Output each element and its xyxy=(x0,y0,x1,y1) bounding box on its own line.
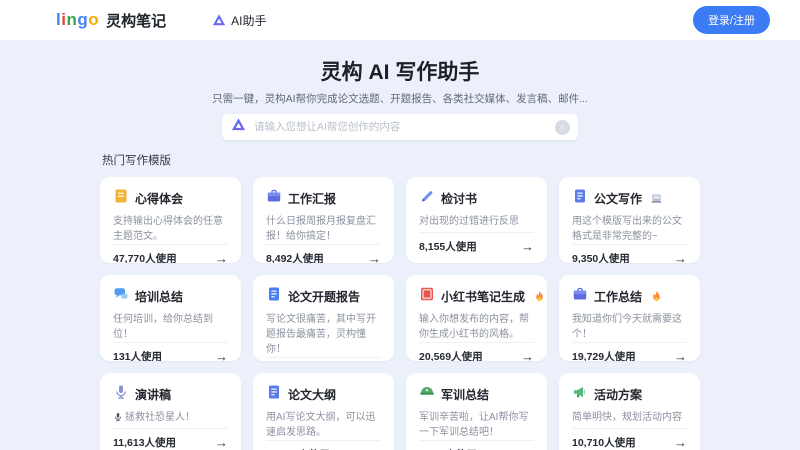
card-description: 什么日报周报月报复盘汇报！给你搞定！ xyxy=(266,214,381,244)
app-logo[interactable]: lingo 灵构笔记 xyxy=(56,10,166,31)
template-grid: 心得体会 支持输出心得体会的任意主题范文。 47,770人使用 → 工作汇报 什… xyxy=(100,177,700,450)
arrow-right-icon[interactable]: → xyxy=(521,351,534,362)
usage-count: 8,492人使用 xyxy=(266,251,324,263)
card-title: 军训总结 xyxy=(441,386,489,403)
arrow-right-icon[interactable]: → xyxy=(521,241,534,253)
arrow-right-icon[interactable]: → xyxy=(674,253,687,264)
card-description: 任何培训，给你总结到位！ xyxy=(113,312,228,342)
usage-count: 20,569人使用 xyxy=(419,349,483,361)
card-description: 用这个模版写出来的公文格式是非常完整的~ xyxy=(572,214,687,244)
ai-logo-icon xyxy=(231,117,246,137)
nav-item-ai-assistant[interactable]: AI助手 xyxy=(212,12,266,29)
nav-item-label: AI助手 xyxy=(231,12,266,29)
login-register-button[interactable]: 登录/注册 xyxy=(693,6,770,34)
briefcase-icon xyxy=(572,286,588,307)
card-title: 活动方案 xyxy=(594,386,642,403)
fire-icon xyxy=(650,290,663,303)
template-card-junxunzongjie[interactable]: 军训总结 军训辛苦啦，让AI帮你写一下军训总结吧！ 4,517人使用 → xyxy=(406,373,547,450)
pen-icon xyxy=(419,188,435,209)
card-title: 工作总结 xyxy=(594,288,642,305)
template-card-gongwenxiezuo[interactable]: 公文写作 用这个模版写出来的公文格式是非常完整的~ 9,350人使用 → xyxy=(559,177,700,263)
briefcase-icon xyxy=(266,188,282,209)
microphone-icon xyxy=(113,384,129,405)
card-description: 支持输出心得体会的任意主题范文。 xyxy=(113,214,228,244)
template-card-xiaohongshu[interactable]: 小红书笔记生成 输入你想发布的内容，帮你生成小红书的风格。 20,569人使用 … xyxy=(406,275,547,361)
hero-section: 灵构 AI 写作助手 只需一键，灵构AI帮你完成论文选题、开题报告、各类社交媒体… xyxy=(0,40,800,140)
card-description: 输入你想发布的内容，帮你生成小红书的风格。 xyxy=(419,312,534,342)
hot-templates-section: 热门写作模版 心得体会 支持输出心得体会的任意主题范文。 47,770人使用 →… xyxy=(100,152,700,450)
template-card-xindetihui[interactable]: 心得体会 支持输出心得体会的任意主题范文。 47,770人使用 → xyxy=(100,177,241,263)
arrow-right-icon[interactable]: → xyxy=(674,437,687,449)
template-card-huodongfangan[interactable]: 活动方案 简单明快，规划活动内容 10,710人使用 → xyxy=(559,373,700,450)
ai-logo-icon xyxy=(212,13,226,27)
top-navigation-bar: lingo 灵构笔记 AI助手 登录/注册 xyxy=(0,0,800,40)
card-title: 心得体会 xyxy=(135,190,183,207)
fire-icon xyxy=(533,290,546,303)
card-title: 培训总结 xyxy=(135,288,183,305)
card-description: 写论文很痛苦，其中写开题报告最痛苦，灵构懂你！ xyxy=(266,312,381,357)
usage-count: 11,613人使用 xyxy=(113,435,176,450)
section-title: 热门写作模版 xyxy=(102,152,700,168)
template-card-lunwendagang[interactable]: 论文大纲 用AI写论文大纲，可以迅速启发思路。 13,515人使用 → xyxy=(253,373,394,450)
arrow-right-icon[interactable]: → xyxy=(215,351,228,362)
brand-name: 灵构笔记 xyxy=(106,10,166,31)
card-description: 简单明快，规划活动内容 xyxy=(572,410,687,425)
document-icon xyxy=(266,286,282,307)
card-title: 检讨书 xyxy=(441,190,477,207)
microphone-icon xyxy=(113,412,123,427)
card-description: 拯救社恐星人！ xyxy=(113,410,228,427)
usage-count: 8,155人使用 xyxy=(419,239,477,254)
template-card-lunwenkaiti[interactable]: 论文开题报告 写论文很痛苦，其中写开题报告最痛苦，灵构懂你！ 14,410人使用… xyxy=(253,275,394,361)
ai-prompt-bar: ↑ xyxy=(222,114,578,140)
usage-count: 131人使用 xyxy=(113,349,162,361)
usage-count: 9,350人使用 xyxy=(572,251,630,263)
card-description: 我知道你们今天就需要这个！ xyxy=(572,312,687,342)
arrow-right-icon[interactable]: → xyxy=(674,351,687,362)
notebook-icon xyxy=(113,188,129,209)
page-title: 灵构 AI 写作助手 xyxy=(0,60,800,86)
template-card-peixunzongjie[interactable]: 培训总结 任何培训，给你总结到位！ 131人使用 → xyxy=(100,275,241,361)
card-title: 工作汇报 xyxy=(288,190,336,207)
card-description: 用AI写论文大纲，可以迅速启发思路。 xyxy=(266,410,381,440)
usage-count: 10,710人使用 xyxy=(572,435,636,450)
template-card-yanjianggao[interactable]: 演讲稿 拯救社恐星人！ 11,613人使用 → xyxy=(100,373,241,450)
chat-bubbles-icon xyxy=(113,286,129,307)
arrow-right-icon[interactable]: → xyxy=(215,437,228,449)
usage-count: 19,729人使用 xyxy=(572,349,636,361)
arrow-right-icon[interactable]: → xyxy=(215,253,228,264)
document-icon xyxy=(572,188,588,209)
card-title: 小红书笔记生成 xyxy=(441,288,525,305)
card-title: 论文开题报告 xyxy=(288,288,360,305)
document-icon xyxy=(266,384,282,405)
ai-prompt-input[interactable] xyxy=(252,120,555,134)
template-card-gongzuohuibao[interactable]: 工作汇报 什么日报周报月报复盘汇报！给你搞定！ 8,492人使用 → xyxy=(253,177,394,263)
card-description: 军训辛苦啦，让AI帮你写一下军训总结吧！ xyxy=(419,410,534,440)
usage-count: 47,770人使用 xyxy=(113,251,177,263)
card-title: 论文大纲 xyxy=(288,386,336,403)
card-description: 对出现的过错进行反思 xyxy=(419,214,534,229)
laptop-icon xyxy=(650,192,663,205)
military-cap-icon xyxy=(419,384,435,405)
template-card-gongzuozongjie[interactable]: 工作总结 我知道你们今天就需要这个！ 19,729人使用 → xyxy=(559,275,700,361)
submit-arrow-up-icon[interactable]: ↑ xyxy=(555,120,570,135)
megaphone-icon xyxy=(572,384,588,405)
template-card-jiantaoshu[interactable]: 检讨书 对出现的过错进行反思 8,155人使用 → xyxy=(406,177,547,263)
card-title: 公文写作 xyxy=(594,190,642,207)
page-subtitle: 只需一键，灵构AI帮你完成论文选题、开题报告、各类社交媒体、发言稿、邮件... xyxy=(0,92,800,106)
card-title: 演讲稿 xyxy=(135,386,171,403)
logo-wordmark: lingo xyxy=(56,10,99,30)
red-book-icon xyxy=(419,286,435,307)
arrow-right-icon[interactable]: → xyxy=(368,253,381,264)
